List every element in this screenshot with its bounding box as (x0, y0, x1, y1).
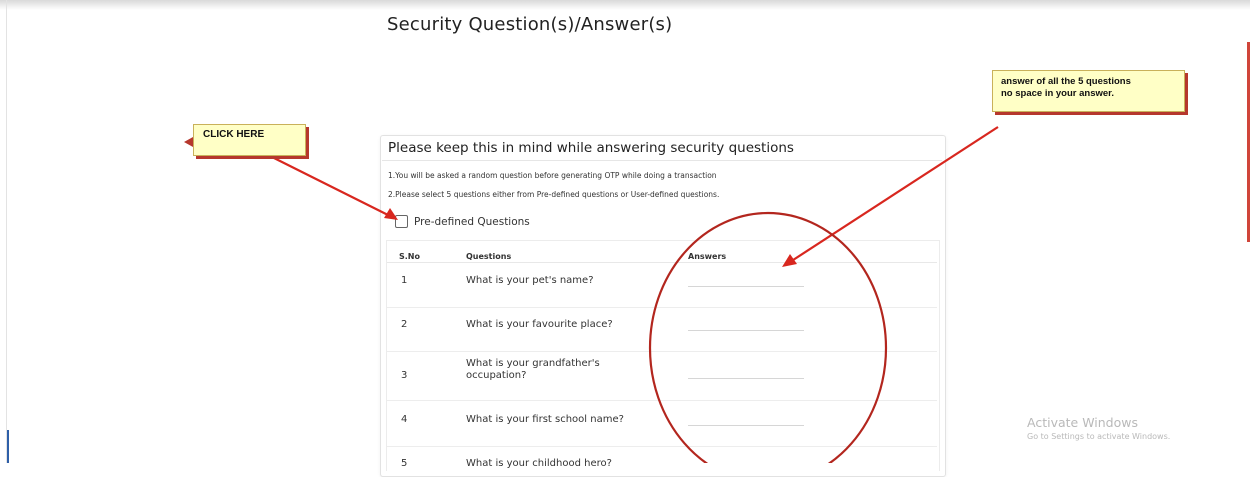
column-header-questions: Questions (466, 252, 512, 261)
row-sno: 5 (401, 458, 408, 469)
click-arrow-line (267, 154, 393, 218)
card-divider (382, 160, 942, 161)
table-row-divider (387, 307, 937, 308)
answer-input-2[interactable] (688, 316, 804, 331)
left-border (6, 0, 7, 463)
instruction-note: 2.Please select 5 questions either from … (388, 190, 720, 199)
row-question: What is your favourite place? (466, 319, 613, 330)
table-row-divider (387, 351, 937, 352)
page-title: Security Question(s)/Answer(s) (387, 14, 673, 35)
answer-input-4[interactable] (688, 411, 804, 426)
watermark-title: Activate Windows (1027, 415, 1138, 430)
table-row-divider (387, 446, 937, 447)
predefined-questions-label[interactable]: Pre-defined Questions (414, 216, 530, 228)
row-question: What is your grandfather's occupation? (466, 358, 600, 381)
answer-instruction-line-1: answer of all the 5 questions (1001, 76, 1131, 87)
watermark-subtitle: Go to Settings to activate Windows. (1027, 432, 1171, 441)
answer-input-1[interactable] (688, 272, 804, 287)
window-top-shadow (0, 0, 1250, 10)
answer-input-3[interactable] (688, 364, 804, 379)
click-here-callout: CLICK HERE (193, 124, 306, 156)
row-sno: 2 (401, 319, 408, 330)
answer-instruction-line-2: no space in your answer. (1001, 88, 1114, 99)
row-sno: 3 (401, 370, 408, 381)
row-question: What is your first school name? (466, 414, 624, 425)
table-row-divider (387, 400, 937, 401)
callout-pointer-icon (184, 137, 193, 147)
row-question: What is your pet's name? (466, 275, 594, 286)
left-focus-strip (7, 430, 9, 463)
row-question: What is your childhood hero? (466, 458, 612, 469)
instruction-note: 1.You will be asked a random question be… (388, 171, 717, 180)
answer-instruction-callout: answer of all the 5 questions no space i… (992, 70, 1185, 112)
row-sno: 1 (401, 275, 408, 286)
row-sno: 4 (401, 414, 408, 425)
column-header-sno: S.No (399, 252, 420, 261)
column-header-answers: Answers (688, 252, 727, 261)
table-header-divider (387, 262, 937, 263)
predefined-questions-toggle[interactable]: Pre-defined Questions (395, 215, 530, 228)
activation-watermark: Activate Windows Go to Settings to activ… (1027, 415, 1170, 441)
instructions-heading: Please keep this in mind while answering… (388, 140, 794, 156)
predefined-questions-checkbox[interactable] (395, 215, 408, 228)
